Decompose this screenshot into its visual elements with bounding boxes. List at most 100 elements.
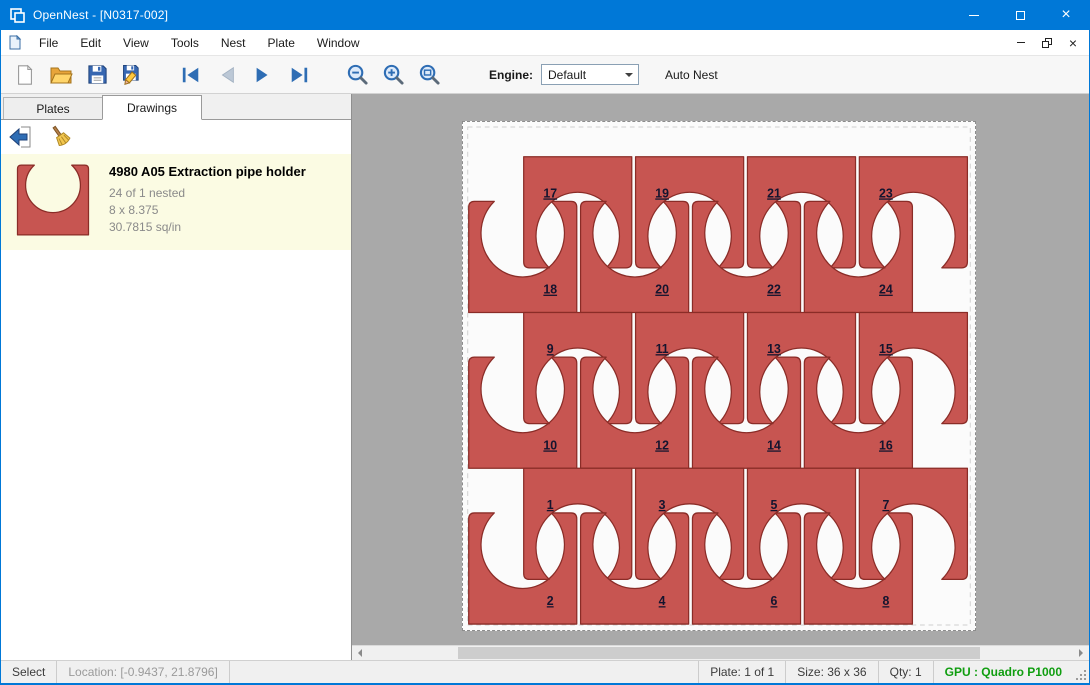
chevron-down-icon	[625, 73, 633, 81]
nested-part-21[interactable]	[747, 157, 855, 268]
nested-part-14[interactable]	[692, 357, 800, 468]
part-number-label: 12	[655, 438, 669, 452]
title-bar: OpenNest - [N0317-002] ×	[1, 0, 1089, 30]
menu-item-file[interactable]: File	[28, 31, 69, 55]
nested-part-20[interactable]	[581, 201, 689, 312]
nested-part-4[interactable]	[581, 513, 689, 624]
scrollbar-thumb[interactable]	[458, 647, 980, 659]
menu-item-nest[interactable]: Nest	[210, 31, 257, 55]
engine-select[interactable]: Default	[541, 64, 639, 85]
part-number-label: 13	[767, 342, 781, 356]
clean-drawings-button[interactable]	[47, 123, 75, 151]
resize-grip[interactable]	[1073, 661, 1089, 683]
minimize-button[interactable]	[951, 0, 997, 30]
new-file-icon	[14, 63, 36, 87]
nested-part-3[interactable]	[636, 468, 744, 579]
nested-part-13[interactable]	[747, 313, 855, 424]
nested-part-2[interactable]	[469, 513, 577, 624]
nested-part-1[interactable]	[524, 468, 632, 579]
nested-part-22[interactable]	[692, 201, 800, 312]
engine-label: Engine:	[489, 68, 533, 82]
status-mode: Select	[1, 661, 56, 683]
part-number-label: 7	[882, 498, 889, 512]
nested-part-24[interactable]	[804, 201, 912, 312]
new-file-button[interactable]	[7, 59, 43, 91]
nested-part-5[interactable]	[747, 468, 855, 579]
status-bar: Select Location: [-0.9437, 21.8796] Plat…	[1, 660, 1089, 683]
mdi-minimize-button[interactable]	[1011, 34, 1031, 52]
zoom-out-button[interactable]	[339, 59, 375, 91]
first-icon	[181, 66, 201, 84]
part-number-label: 2	[547, 594, 554, 608]
nested-part-18[interactable]	[469, 201, 577, 312]
menu-item-window[interactable]: Window	[306, 31, 371, 55]
mdi-close-button[interactable]: ×	[1063, 34, 1083, 52]
status-plate: Plate: 1 of 1	[698, 661, 785, 683]
nested-part-19[interactable]	[636, 157, 744, 268]
import-drawing-button[interactable]	[7, 123, 35, 151]
maximize-button[interactable]	[997, 0, 1043, 30]
nested-part-23[interactable]	[859, 157, 967, 268]
menu-item-plate[interactable]: Plate	[257, 31, 306, 55]
zoom-in-button[interactable]	[375, 59, 411, 91]
first-plate-button[interactable]	[173, 59, 209, 91]
save-icon	[86, 63, 109, 86]
part-number-label: 24	[879, 282, 893, 296]
mdi-close-icon: ×	[1069, 36, 1077, 50]
save-as-button[interactable]	[115, 59, 151, 91]
part-number-label: 20	[655, 282, 669, 296]
tab-drawings[interactable]: Drawings	[102, 95, 202, 120]
nested-part-11[interactable]	[636, 313, 744, 424]
menu-item-tools[interactable]: Tools	[160, 31, 210, 55]
auto-nest-button[interactable]: Auto Nest	[665, 68, 718, 82]
nested-part-15[interactable]	[859, 313, 967, 424]
scroll-left-icon	[354, 649, 362, 657]
horizontal-scrollbar[interactable]	[352, 645, 1089, 660]
nest-canvas[interactable]: 171819202122232491011121314151612345678	[352, 94, 1089, 660]
plate-sheet[interactable]: 171819202122232491011121314151612345678	[462, 121, 976, 631]
nested-part-16[interactable]	[804, 357, 912, 468]
nested-part-10[interactable]	[469, 357, 577, 468]
scroll-right-button[interactable]	[1074, 646, 1089, 660]
document-icon[interactable]	[8, 35, 22, 50]
zoom-out-icon	[346, 63, 369, 86]
menu-item-view[interactable]: View	[112, 31, 160, 55]
drawing-area: 30.7815 sq/in	[109, 219, 306, 236]
part-number-label: 5	[771, 498, 778, 512]
part-number-label: 16	[879, 438, 893, 452]
import-arrow-icon	[8, 125, 34, 149]
main-toolbar: Engine: Default Auto Nest	[1, 56, 1089, 94]
nested-part-8[interactable]	[804, 513, 912, 624]
mdi-window-controls: ×	[1011, 34, 1083, 52]
part-number-label: 9	[547, 342, 554, 356]
next-plate-button[interactable]	[245, 59, 281, 91]
nested-part-7[interactable]	[859, 468, 967, 579]
scroll-left-button[interactable]	[352, 646, 367, 660]
tab-plates[interactable]: Plates	[3, 97, 103, 119]
zoom-fit-button[interactable]	[411, 59, 447, 91]
previous-icon	[217, 66, 237, 84]
part-number-label: 1	[547, 498, 554, 512]
nested-part-6[interactable]	[692, 513, 800, 624]
drawings-toolbar	[1, 120, 351, 154]
part-number-label: 4	[659, 594, 666, 608]
drawing-list-item[interactable]: 4980 A05 Extraction pipe holder 24 of 1 …	[1, 154, 351, 250]
nested-part-17[interactable]	[524, 157, 632, 268]
part-number-label: 8	[882, 594, 889, 608]
save-button[interactable]	[79, 59, 115, 91]
menu-bar: FileEditViewToolsNestPlateWindow ×	[1, 30, 1089, 56]
last-icon	[289, 66, 309, 84]
last-plate-button[interactable]	[281, 59, 317, 91]
menu-item-edit[interactable]: Edit	[69, 31, 112, 55]
engine-value: Default	[548, 68, 586, 82]
previous-plate-button[interactable]	[209, 59, 245, 91]
nested-part-12[interactable]	[581, 357, 689, 468]
open-file-button[interactable]	[43, 59, 79, 91]
close-button[interactable]: ×	[1043, 0, 1089, 30]
mdi-restore-button[interactable]	[1037, 34, 1057, 52]
zoom-in-icon	[382, 63, 405, 86]
broom-icon	[48, 124, 74, 150]
menu-items: FileEditViewToolsNestPlateWindow	[28, 31, 371, 55]
main-area: Plates Drawings	[1, 94, 1089, 660]
nested-part-9[interactable]	[524, 313, 632, 424]
